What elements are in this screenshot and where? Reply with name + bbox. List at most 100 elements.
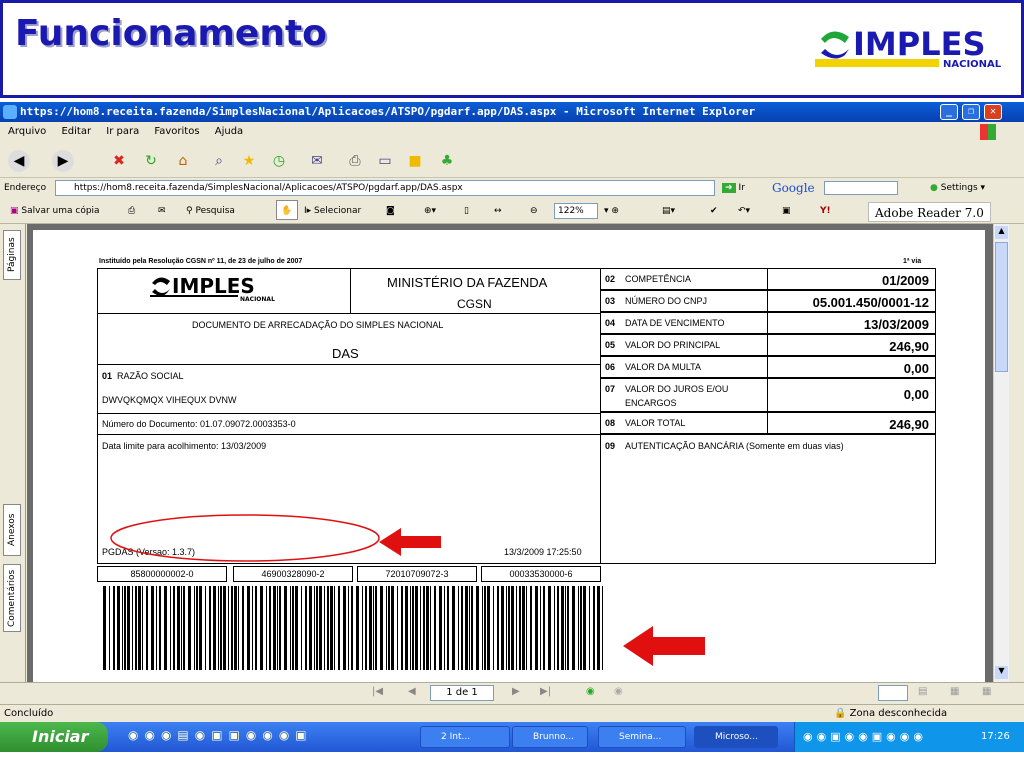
print-icon[interactable]: ⎙ [344, 150, 366, 172]
go-forward-view-icon[interactable]: ◉ [614, 686, 623, 697]
acrobat-print-icon[interactable]: ⎙ [128, 198, 135, 224]
edit-icon[interactable]: ▭ [374, 150, 396, 172]
menu-ajuda[interactable]: Ajuda [215, 126, 243, 137]
go-back-view-icon[interactable]: ◉ [586, 686, 595, 697]
tab-comentarios[interactable]: Comentários [3, 564, 21, 632]
taskbar-item-brunno[interactable]: Brunno... [512, 726, 588, 748]
continuous-facing-icon[interactable]: ▦ [982, 686, 991, 697]
barcode-bar [589, 586, 590, 670]
annotation-arrow-2 [623, 626, 705, 666]
clock: 17:26 [981, 731, 1010, 742]
das-field-03-value: 05.001.450/0001-12 [767, 290, 936, 312]
taskbar-item-microso[interactable]: Microso... [694, 726, 778, 748]
tab-paginas[interactable]: Páginas [3, 230, 21, 280]
google-search-input[interactable] [824, 181, 898, 195]
stop-icon[interactable]: ✖ [108, 150, 130, 172]
select-tool-button[interactable]: I▸ Selecionar [304, 198, 361, 224]
acrobat-mail-icon[interactable]: ✉ [158, 198, 166, 224]
yahoo-icon[interactable]: Y! [820, 198, 831, 224]
first-page-icon[interactable]: |◀ [372, 686, 383, 697]
next-page-icon[interactable]: ▶ [512, 686, 520, 697]
barcode-bar [284, 586, 287, 670]
zoom-out-icon[interactable]: ⊖ [530, 198, 538, 224]
das-num-doc: Número do Documento: 01.07.09072.0003353… [102, 419, 296, 429]
barcode-bar [159, 586, 161, 670]
das-label: DAS [332, 346, 359, 361]
facing-icon[interactable]: ▦ [950, 686, 959, 697]
refresh-icon[interactable]: ↻ [140, 150, 162, 172]
home-icon[interactable]: ⌂ [172, 150, 194, 172]
menu-ir-para[interactable]: Ir para [106, 126, 139, 137]
menu-favoritos[interactable]: Favoritos [154, 126, 199, 137]
settings-button[interactable]: ● Settings ▾ [930, 178, 985, 198]
das-field-value: 246,90 [889, 339, 929, 354]
favorites-icon[interactable]: ★ [238, 150, 260, 172]
page-number-input[interactable]: 1 de 1 [430, 685, 494, 701]
fit-page-icon[interactable]: ▯ [464, 198, 469, 224]
copy-icon[interactable]: ▣ [782, 198, 791, 224]
zoom-plus-icon[interactable]: ▾ ⊕ [604, 198, 619, 224]
barcode-bar [593, 586, 595, 670]
folder-icon[interactable]: ■ [404, 150, 426, 172]
barcode-bar [292, 586, 294, 670]
barcode-group-4: 00033530000-6 [481, 566, 601, 582]
scroll-up-icon[interactable]: ▲ [995, 226, 1008, 239]
back-icon[interactable]: ◀ [8, 150, 30, 172]
das-field-label: VALOR DO JUROS E/OU [625, 384, 729, 394]
hand-tool-icon[interactable]: ✋ [276, 200, 298, 220]
taskbar-item-ie[interactable]: 2 Int... [420, 726, 510, 748]
save-copy-button[interactable]: ▣ Salvar uma cópia [10, 198, 100, 224]
go-button[interactable]: ➜ Ir [722, 178, 745, 198]
das-field-label: DATA DE VENCIMENTO [625, 318, 725, 328]
barcode-bar [252, 586, 253, 670]
fit-width-icon[interactable]: ↔ [494, 198, 502, 224]
menu-editar[interactable]: Editar [61, 126, 91, 137]
prev-page-icon[interactable]: ◀ [408, 686, 416, 697]
last-page-icon[interactable]: ▶| [540, 686, 551, 697]
barcode-bar [439, 586, 442, 670]
pages-icon[interactable]: ▤▾ [662, 198, 675, 224]
barcode-bar [516, 586, 517, 670]
barcode-bar [434, 586, 436, 670]
scroll-down-icon[interactable]: ▼ [995, 666, 1008, 679]
history-icon[interactable]: ◷ [268, 150, 290, 172]
das-field-num: 02 [605, 274, 616, 284]
address-input[interactable]: https://hom8.receita.fazenda/SimplesNaci… [55, 180, 715, 196]
das-f01: 01 RAZÃO SOCIAL [102, 371, 184, 381]
messenger-icon[interactable]: ♣ [436, 150, 458, 172]
close-button[interactable]: ✕ [984, 104, 1002, 120]
taskbar-item-semina[interactable]: Semina... [598, 726, 686, 748]
mail-icon[interactable]: ✉ [306, 150, 328, 172]
das-title-cell: DOCUMENTO DE ARRECADAÇÃO DO SIMPLES NACI… [97, 313, 601, 365]
acrobat-search-button[interactable]: ⚲ Pesquisa [186, 198, 235, 224]
zoom-level-input[interactable]: 122% [554, 203, 598, 219]
spellcheck-icon[interactable]: ✔ [710, 198, 718, 224]
das-timestamp: 13/3/2009 17:25:50 [504, 547, 582, 557]
das-field-02-value: 01/2009 [767, 268, 936, 290]
continuous-icon[interactable]: ▤ [918, 686, 927, 697]
search-icon[interactable]: ⌕ [208, 150, 230, 172]
scroll-thumb[interactable] [995, 242, 1008, 372]
das-field-04-value: 13/03/2009 [767, 312, 936, 334]
minimize-button[interactable]: _ [940, 104, 958, 120]
zoom-in-icon[interactable]: ⊕▾ [424, 198, 436, 224]
barcode-bar [173, 586, 175, 670]
barcode-bar [343, 586, 346, 670]
barcode-bar [583, 586, 586, 670]
vertical-scrollbar[interactable]: ▲ ▼ [993, 224, 1009, 682]
barcode-bar [156, 586, 157, 670]
menu-arquivo[interactable]: Arquivo [8, 126, 46, 137]
annotation-arrow-1 [379, 528, 441, 556]
barcode-bar [511, 586, 514, 670]
forward-icon[interactable]: ▶ [52, 150, 74, 172]
start-button[interactable]: Iniciar [0, 722, 108, 752]
undo-icon[interactable]: ↶▾ [738, 198, 750, 224]
tab-anexos[interactable]: Anexos [3, 504, 21, 556]
barcode-bar [228, 586, 229, 670]
barcode-bar [305, 586, 307, 670]
barcode-bar [269, 586, 271, 670]
maximize-button[interactable]: ❐ [962, 104, 980, 120]
barcode-bar [548, 586, 551, 670]
snapshot-icon[interactable]: ◙ [386, 198, 395, 224]
single-page-icon[interactable] [878, 685, 908, 701]
